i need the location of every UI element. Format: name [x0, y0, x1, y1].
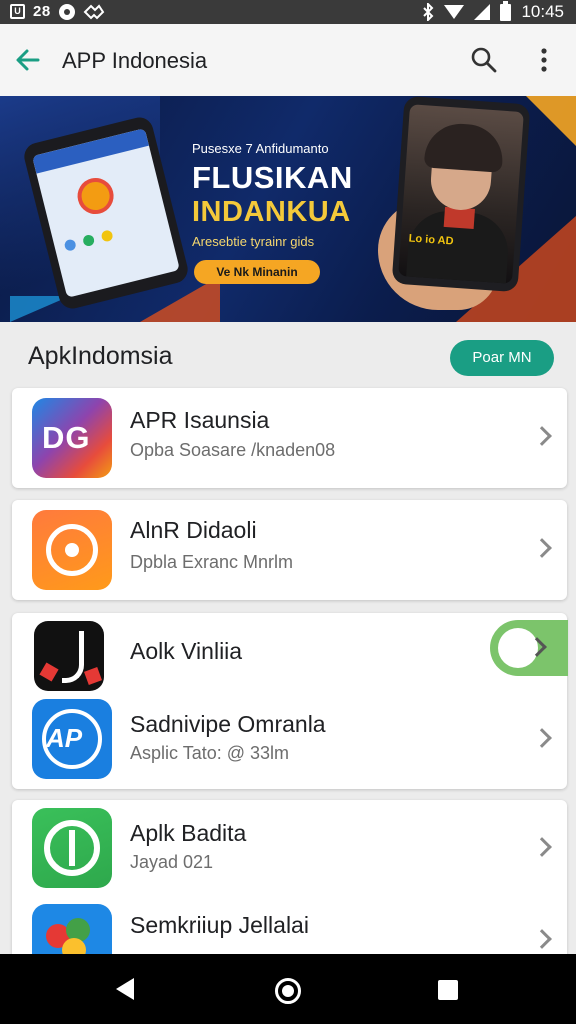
banner-headline: Pusesxe 7 Anfidumanto — [192, 141, 329, 156]
tiktok-style-icon — [34, 621, 104, 691]
list-item[interactable]: AlnR Didaoli Dpbla Exranc Mnrlm — [12, 507, 567, 593]
status-text: 28 — [33, 3, 51, 20]
app-badge-icon: U — [10, 4, 25, 19]
app-subtitle: Jayad 021 — [130, 852, 214, 872]
list-item[interactable]: Aplk Badita Jayad 021 — [12, 808, 567, 894]
list-item[interactable]: DG APR Isaunsia Opba Soasare /knaden08 — [12, 395, 567, 481]
status-right: 10:45 — [422, 0, 564, 22]
signal-icon — [474, 4, 491, 20]
green-app-icon — [32, 808, 112, 888]
ap-app-icon: AP — [32, 699, 112, 779]
banner-subtitle: Aresebtie tyrainr gids — [192, 234, 315, 249]
status-left: U 28 — [10, 3, 105, 20]
app-name: Aplk Badita — [130, 820, 247, 846]
icon-label: DG — [42, 420, 91, 455]
link-icon — [83, 3, 104, 19]
banner-phone-right: Lo io AD — [391, 95, 531, 293]
phone-screen: Lo io AD — [398, 104, 524, 284]
app-subtitle: Dpbla Exranc Mnrlm — [130, 552, 294, 572]
section-action-button[interactable]: Poar MN — [450, 340, 554, 376]
app-name: Aolk Vinliia — [130, 638, 243, 664]
app-subtitle: Asplic Tato: @ 33lm — [130, 743, 290, 763]
status-time: 10:45 — [521, 2, 564, 21]
app-card[interactable]: AlnR Didaoli Dpbla Exranc Mnrlm — [12, 500, 567, 600]
section-title: ApkIndomsia — [28, 342, 173, 370]
person-scarf — [443, 206, 475, 229]
icon-label: AP — [46, 723, 83, 753]
phone-app-icon — [73, 174, 118, 218]
wifi-icon — [444, 5, 465, 19]
more-vert-icon[interactable] — [532, 46, 556, 74]
person-hair — [423, 121, 505, 173]
toggle-switch[interactable] — [490, 620, 568, 676]
banner-title-line1: FLUSIKAN — [192, 160, 353, 195]
record-icon — [58, 3, 75, 20]
chevron-right-icon[interactable] — [532, 728, 552, 748]
chevron-right-icon[interactable] — [532, 837, 552, 857]
app-card[interactable]: DG APR Isaunsia Opba Soasare /knaden08 — [12, 388, 567, 488]
app-name: AlnR Didaoli — [130, 517, 257, 543]
back-arrow-icon[interactable] — [14, 46, 42, 74]
banner-title-line2: INDANKUA — [192, 196, 351, 228]
orange-camera-icon — [32, 510, 112, 590]
app-name: Sadnivipe Omranla — [130, 711, 326, 737]
banner-cta-button[interactable]: Ve Nk Minanin — [194, 260, 320, 284]
status-bar: U 28 10:45 — [0, 0, 576, 24]
dg-app-icon: DG — [32, 398, 112, 478]
list-item[interactable]: Aolk Vinliia — [12, 615, 567, 701]
nav-back-icon[interactable] — [116, 978, 134, 1000]
app-card[interactable]: Aplk Badita Jayad 021 Semkriiup Jellalai — [12, 800, 567, 984]
nav-recents-icon[interactable] — [438, 980, 458, 1000]
app-name: Semkriiup Jellalai — [130, 912, 309, 938]
chevron-right-icon[interactable] — [532, 538, 552, 558]
phone-dots — [63, 229, 114, 252]
bluetooth-icon — [423, 3, 434, 21]
banner-decor — [526, 96, 576, 146]
nav-home-icon[interactable] — [275, 978, 301, 1004]
battery-icon — [500, 0, 512, 21]
app-name: APR Isaunsia — [130, 407, 270, 433]
app-bar: APP Indonesia — [0, 24, 576, 96]
app-subtitle: Opba Soasare /knaden08 — [130, 440, 336, 460]
search-icon[interactable] — [470, 46, 498, 74]
app-card[interactable]: Aolk Vinliia AP Sadnivipe Omranla Asplic… — [12, 613, 567, 789]
phone-screen — [32, 128, 180, 298]
list-item[interactable]: AP Sadnivipe Omranla Asplic Tato: @ 33lm — [12, 699, 567, 785]
page-title: APP Indonesia — [62, 48, 208, 73]
chevron-right-icon[interactable] — [532, 426, 552, 446]
system-nav-bar — [0, 954, 576, 1024]
section-header: ApkIndomsia Poar MN — [0, 322, 576, 388]
chevron-right-icon[interactable] — [532, 929, 552, 949]
